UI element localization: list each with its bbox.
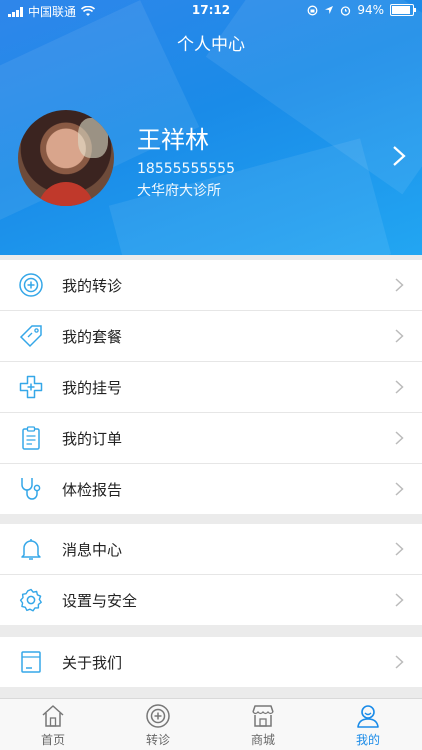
menu-group-settings: 消息中心 设置与安全 [0, 524, 422, 625]
location-icon [325, 6, 334, 14]
info-page-icon [21, 651, 41, 673]
chevron-right-icon [395, 593, 404, 607]
profile-chevron-right-icon[interactable] [392, 145, 406, 167]
user-icon [357, 705, 379, 728]
menu-item-registrations[interactable]: 我的挂号 [0, 362, 422, 413]
avatar[interactable] [18, 110, 114, 206]
chevron-right-icon [395, 278, 404, 292]
tag-icon [19, 325, 42, 348]
chevron-right-icon [395, 482, 404, 496]
page-title: 个人中心 [177, 35, 245, 55]
menu-item-settings-security[interactable]: 设置与安全 [0, 575, 422, 625]
tab-bar: 首页 转诊 商城 我的 [0, 698, 422, 750]
menu-item-label: 我的套餐 [62, 328, 123, 346]
shop-icon [252, 705, 274, 727]
battery-icon [390, 4, 416, 16]
tab-shop[interactable]: 商城 [233, 703, 293, 748]
menu-item-orders[interactable]: 我的订单 [0, 413, 422, 464]
status-bar: 中国联通 17:12 94% [0, 0, 422, 22]
home-icon [42, 705, 64, 727]
menu-group-about: 关于我们 [0, 637, 422, 687]
medical-cross-icon [19, 375, 43, 399]
tab-label: 首页 [40, 733, 65, 747]
tab-mine[interactable]: 我的 [338, 703, 398, 748]
referral-icon [19, 273, 43, 297]
referral-icon [146, 704, 170, 728]
menu-group-services: 我的转诊 我的套餐 我的挂号 我的订单 体检报告 [0, 260, 422, 514]
menu-item-label: 消息中心 [62, 541, 123, 559]
chevron-right-icon [395, 431, 404, 445]
menu-item-label: 我的订单 [62, 430, 123, 448]
alarm-icon [341, 5, 351, 16]
tab-label: 商城 [250, 733, 275, 747]
user-phone: 18555555555 [137, 161, 235, 177]
menu-item-packages[interactable]: 我的套餐 [0, 311, 422, 362]
gear-icon [19, 588, 42, 612]
chevron-right-icon [395, 329, 404, 343]
chevron-right-icon [395, 380, 404, 394]
chevron-right-icon [395, 542, 404, 556]
clipboard-icon [22, 426, 40, 450]
stethoscope-icon [21, 478, 41, 500]
tab-home[interactable]: 首页 [23, 703, 83, 748]
menu-item-label: 关于我们 [62, 654, 123, 672]
menu-item-label: 我的挂号 [62, 379, 123, 397]
bell-icon [21, 539, 41, 560]
menu-item-referrals[interactable]: 我的转诊 [0, 260, 422, 311]
menu-item-about-us[interactable]: 关于我们 [0, 637, 422, 687]
orientation-lock-icon [307, 5, 318, 15]
menu-item-label: 设置与安全 [62, 592, 138, 610]
chevron-right-icon [395, 655, 404, 669]
tab-label: 转诊 [145, 733, 170, 747]
tab-label: 我的 [355, 733, 380, 747]
menu-item-checkup-reports[interactable]: 体检报告 [0, 464, 422, 514]
menu-item-messages[interactable]: 消息中心 [0, 524, 422, 575]
menu-item-label: 体检报告 [62, 481, 123, 499]
menu-item-label: 我的转诊 [62, 277, 123, 295]
user-clinic: 大华府大诊所 [137, 183, 221, 199]
user-name: 王祥林 [137, 126, 209, 154]
profile-header: 中国联通 17:12 94% 个人中心 王祥林 18555555555 大华府大… [0, 0, 422, 255]
battery-percent: 94% [357, 3, 384, 17]
tab-referral[interactable]: 转诊 [128, 703, 188, 748]
